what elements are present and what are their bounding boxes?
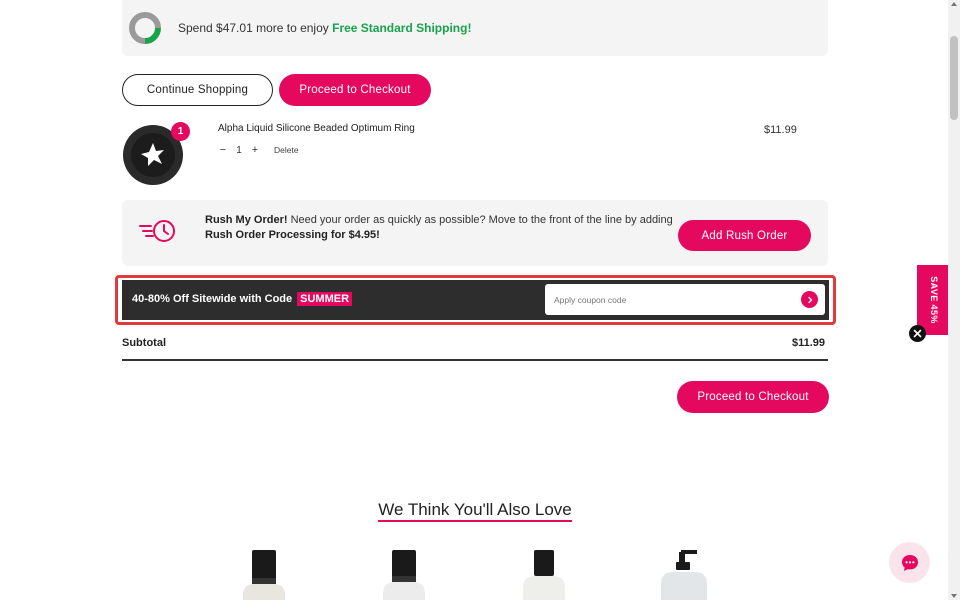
fast-clock-icon — [138, 216, 178, 246]
add-rush-order-button[interactable]: Add Rush Order — [678, 220, 811, 251]
recommended-product-image[interactable] — [377, 548, 431, 600]
item-quantity-badge: 1 — [171, 122, 190, 141]
rush-order-text: Need your order as quickly as possible? … — [287, 214, 673, 226]
shipping-progress-ring — [128, 11, 162, 45]
coupon-code-input[interactable] — [554, 291, 784, 308]
page-scrollbar[interactable] — [948, 0, 960, 600]
shipping-message-text: Spend $47.01 more to enjoy — [178, 21, 333, 35]
coupon-promo-label: 40-80% Off Sitewide with Code SUMMER — [132, 292, 353, 306]
increase-quantity-button[interactable]: + — [250, 144, 260, 156]
recommended-product-image[interactable] — [237, 548, 291, 600]
recommendations-heading: We Think You'll Also Love — [0, 500, 950, 522]
save-promo-label: SAVE 45% — [928, 276, 939, 324]
scroll-down-arrow-icon[interactable] — [951, 594, 957, 598]
decrease-quantity-button[interactable]: − — [218, 144, 228, 156]
item-price: $11.99 — [764, 124, 797, 136]
proceed-to-checkout-button-bottom[interactable]: Proceed to Checkout — [677, 381, 829, 413]
quantity-value[interactable]: 1 — [228, 145, 250, 156]
rush-order-price-text: Rush Order Processing for $4.95! — [205, 229, 380, 241]
chat-bubble-icon — [901, 554, 918, 571]
coupon-bar: 40-80% Off Sitewide with Code SUMMER — [122, 280, 829, 320]
product-name-link[interactable]: Alpha Liquid Silicone Beaded Optimum Rin… — [218, 123, 415, 134]
coupon-promo-text: 40-80% Off Sitewide with Code — [132, 293, 293, 305]
save-promo-tab[interactable]: SAVE 45% — [917, 265, 950, 335]
shipping-progress-fill — [144, 27, 161, 44]
shipping-progress-banner: Spend $47.01 more to enjoy Free Standard… — [122, 0, 828, 56]
chevron-right-icon — [807, 296, 812, 303]
rush-order-description: Rush My Order! Need your order as quickl… — [205, 213, 675, 243]
scrollbar-thumb[interactable] — [950, 36, 958, 120]
proceed-to-checkout-button-top[interactable]: Proceed to Checkout — [279, 74, 431, 106]
subtotal-divider — [122, 359, 828, 361]
subtotal-label: Subtotal — [122, 337, 166, 349]
recommendations-title: We Think You'll Also Love — [378, 500, 572, 522]
shipping-message: Spend $47.01 more to enjoy Free Standard… — [178, 21, 471, 35]
recommended-product-image[interactable] — [657, 548, 711, 600]
shipping-message-highlight: Free Standard Shipping! — [332, 21, 472, 35]
apply-coupon-button[interactable] — [801, 291, 818, 308]
coupon-code-badge: SUMMER — [297, 292, 353, 306]
close-icon[interactable] — [909, 325, 926, 342]
subtotal-value: $11.99 — [792, 337, 826, 349]
rush-order-panel: Rush My Order! Need your order as quickl… — [122, 200, 828, 266]
delete-item-button[interactable]: Delete — [274, 145, 299, 155]
quantity-stepper: − 1 + Delete — [218, 144, 299, 156]
rush-order-title: Rush My Order! — [205, 214, 288, 226]
chat-button[interactable] — [889, 542, 930, 583]
recommended-product-image[interactable] — [517, 548, 571, 600]
scroll-up-arrow-icon[interactable] — [951, 2, 957, 6]
continue-shopping-button[interactable]: Continue Shopping — [122, 74, 273, 106]
coupon-input-wrapper — [545, 284, 825, 315]
